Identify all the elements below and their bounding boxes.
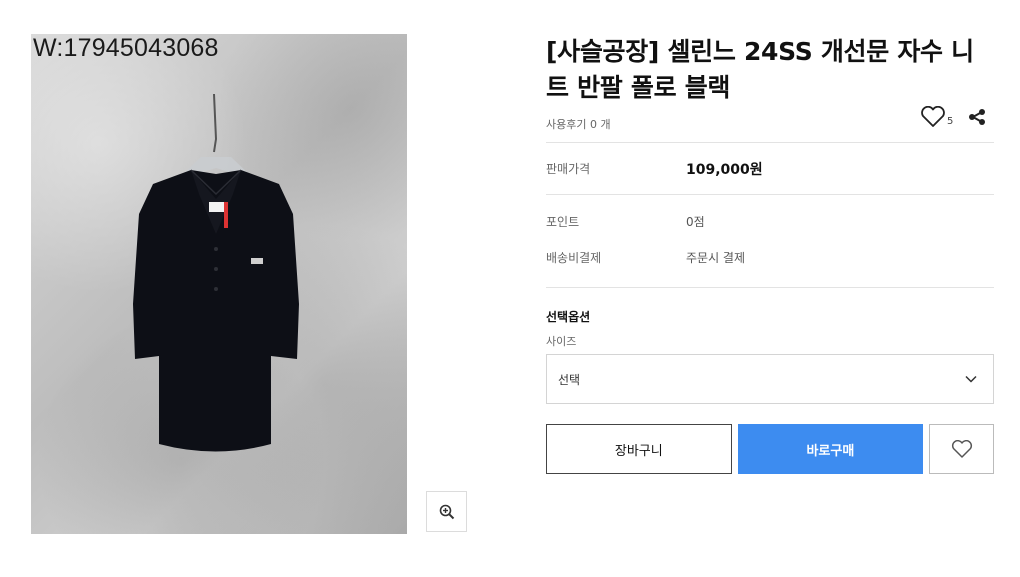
share-icon	[969, 109, 985, 125]
points-shipping-block: 포인트 0점 배송비결제 주문시 결제	[546, 195, 994, 288]
share-button[interactable]	[968, 109, 986, 129]
zoom-in-icon	[439, 504, 454, 519]
options-title: 선택옵션	[546, 310, 591, 324]
wishlist-button[interactable]	[929, 424, 995, 474]
price-value: 109,000원	[686, 161, 763, 178]
polo-shirt-photo	[133, 93, 299, 452]
points-value: 0점	[686, 214, 705, 229]
review-row: 사용후기 0 개 5	[546, 106, 994, 143]
watermark-text: W:17945043068	[33, 34, 219, 62]
zoom-button[interactable]	[426, 491, 467, 532]
heart-icon	[921, 106, 945, 127]
shipping-row: 배송비결제 주문시 결제	[546, 239, 994, 275]
like-button[interactable]: 5	[920, 106, 953, 128]
action-buttons: 장바구니 바로구매	[546, 424, 995, 474]
shipping-value: 주문시 결제	[686, 250, 746, 265]
product-info: [사슬공장] 셀린느 24SS 개선문 자수 니트 반팔 폴로 블랙 사용후기 …	[546, 34, 995, 474]
product-title: [사슬공장] 셀린느 24SS 개선문 자수 니트 반팔 폴로 블랙	[546, 37, 974, 102]
points-row: 포인트 0점	[546, 203, 994, 239]
shipping-label: 배송비결제	[546, 250, 602, 265]
size-label: 사이즈	[546, 335, 577, 348]
size-select[interactable]: 선택	[546, 354, 994, 404]
price-row: 판매가격 109,000원	[546, 143, 994, 195]
size-select-value: 선택	[558, 372, 581, 387]
points-label: 포인트	[546, 214, 580, 229]
chevron-down-icon	[965, 375, 977, 383]
price-label: 판매가격	[546, 162, 591, 176]
heart-icon	[951, 439, 972, 458]
review-count[interactable]: 사용후기 0 개	[546, 116, 611, 132]
buy-now-button[interactable]: 바로구매	[737, 424, 924, 474]
add-to-cart-button[interactable]: 장바구니	[546, 424, 732, 474]
like-count: 5	[947, 116, 954, 127]
product-image[interactable]: W:17945043068	[31, 34, 407, 534]
